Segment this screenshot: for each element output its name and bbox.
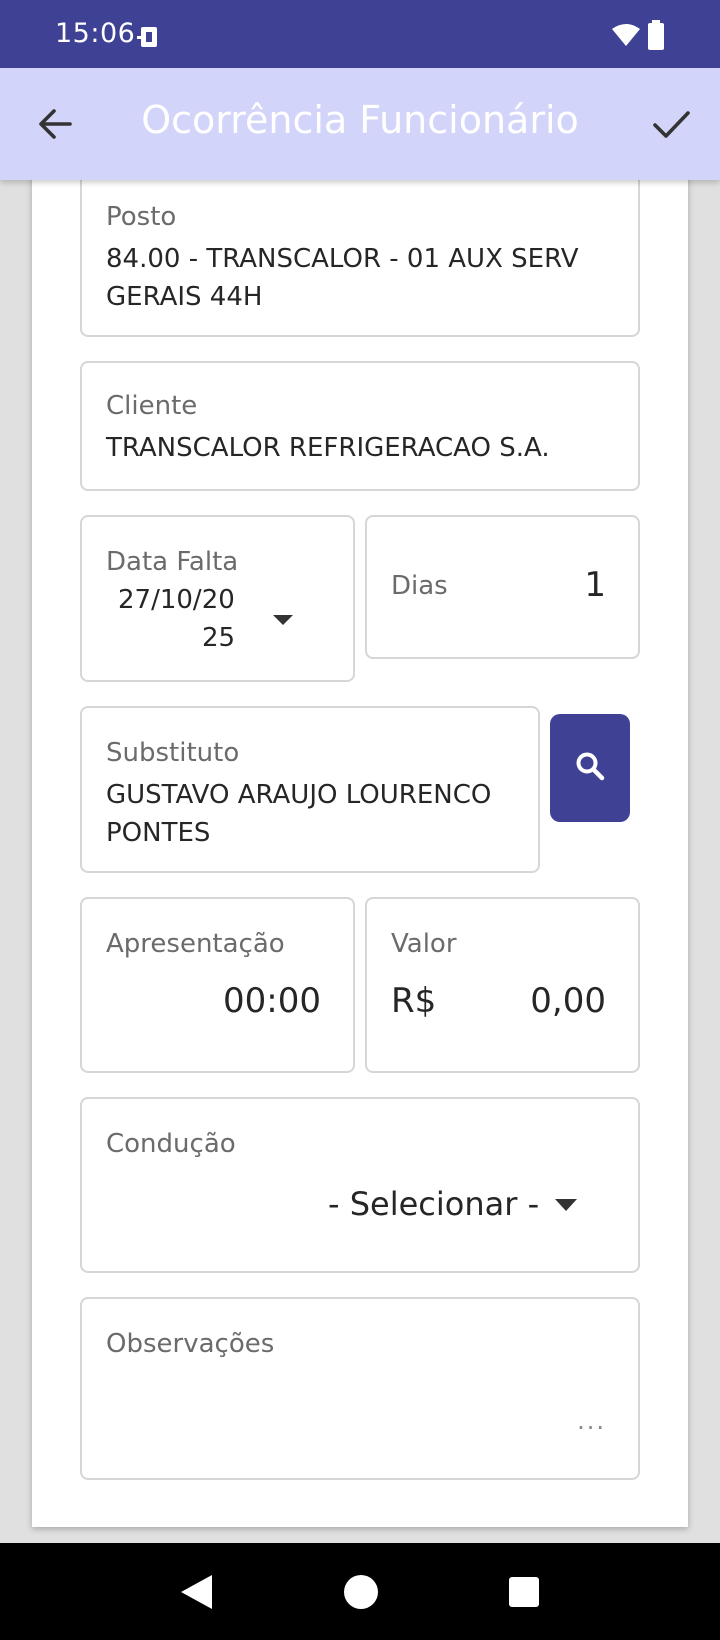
- apresentacao-label: Apresentação: [106, 929, 285, 959]
- cliente-value: TRANSCALOR REFRIGERACAO S.A.: [106, 433, 550, 463]
- cliente-field[interactable]: Cliente TRANSCALOR REFRIGERACAO S.A.: [80, 361, 640, 491]
- search-substituto-button[interactable]: [550, 714, 630, 822]
- substituto-label: Substituto: [106, 738, 240, 768]
- data-falta-value-line2: 25: [202, 623, 236, 653]
- dias-field[interactable]: Dias 1: [365, 515, 640, 659]
- system-nav-bar: [0, 1543, 720, 1640]
- valor-value: 0,00: [530, 981, 606, 1021]
- valor-label: Valor: [391, 929, 457, 959]
- apresentacao-value: 00:00: [223, 981, 321, 1021]
- nav-back-icon[interactable]: [178, 1573, 214, 1615]
- status-bar: 15:06: [0, 0, 720, 68]
- app-bar: Ocorrência Funcionário: [0, 68, 720, 180]
- observacoes-more-button[interactable]: ...: [577, 1407, 606, 1435]
- valor-field[interactable]: Valor R$ 0,00: [365, 897, 640, 1073]
- cliente-label: Cliente: [106, 391, 198, 421]
- data-falta-field[interactable]: Data Falta 27/10/20 25: [80, 515, 355, 682]
- battery-icon: [647, 20, 665, 54]
- conducao-label: Condução: [106, 1129, 236, 1159]
- substituto-value: GUSTAVO ARAUJO LOURENCO PONTES: [106, 780, 492, 848]
- observacoes-field[interactable]: Observações ...: [80, 1297, 640, 1480]
- nav-home-icon[interactable]: [343, 1574, 379, 1614]
- valor-currency: R$: [391, 981, 437, 1021]
- confirm-check-icon[interactable]: [648, 101, 694, 147]
- data-falta-label: Data Falta: [106, 547, 239, 577]
- posto-field[interactable]: Posto 84.00 - TRANSCALOR - 01 AUX SERV G…: [80, 170, 640, 337]
- dias-value: 1: [584, 565, 606, 605]
- sim-card-icon: [137, 24, 163, 54]
- dias-label: Dias: [391, 571, 448, 601]
- search-icon: [575, 751, 605, 785]
- conducao-field[interactable]: Condução - Selecionar -: [80, 1097, 640, 1273]
- observacoes-label: Observações: [106, 1329, 275, 1359]
- conducao-select[interactable]: - Selecionar -: [328, 1185, 539, 1223]
- wifi-icon: [611, 22, 641, 52]
- page-title: Ocorrência Funcionário: [141, 98, 579, 142]
- substituto-field[interactable]: Substituto GUSTAVO ARAUJO LOURENCO PONTE…: [80, 706, 540, 873]
- nav-recents-icon[interactable]: [508, 1576, 540, 1612]
- posto-label: Posto: [106, 202, 177, 232]
- status-time: 15:06: [55, 18, 136, 49]
- back-arrow-icon[interactable]: [34, 103, 76, 145]
- data-falta-value-line1: 27/10/20: [118, 585, 235, 615]
- apresentacao-field[interactable]: Apresentação 00:00: [80, 897, 355, 1073]
- posto-value: 84.00 - TRANSCALOR - 01 AUX SERV GERAIS …: [106, 244, 579, 312]
- conducao-dropdown-icon[interactable]: [554, 1197, 578, 1216]
- data-falta-dropdown-icon[interactable]: [272, 612, 294, 631]
